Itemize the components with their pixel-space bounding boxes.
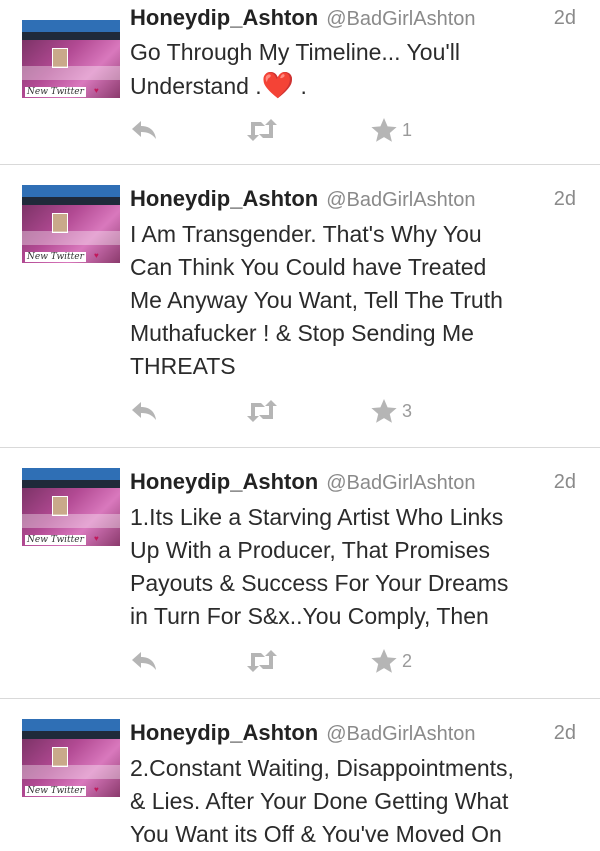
display-name[interactable]: Honeydip_Ashton <box>130 720 318 745</box>
tweet-text-line: Understand . <box>130 73 262 99</box>
star-icon <box>370 398 398 424</box>
username[interactable]: @BadGirlAshton <box>326 472 475 494</box>
tweet-header: Honeydip_Ashton @BadGirlAshton 2d <box>130 719 580 748</box>
tweet-text: 1.Its Like a Starving Artist Who Links U… <box>130 501 578 633</box>
retweet-icon[interactable] <box>245 395 279 427</box>
reply-icon[interactable] <box>130 395 158 427</box>
retweet-icon[interactable] <box>245 645 279 677</box>
tweet-text-line: . <box>300 73 307 99</box>
tweet-text-line: Muthafucker ! & Stop Sending Me <box>130 320 474 346</box>
avatar-caption: New Twitter <box>25 87 86 97</box>
heart-icon: ♥ <box>94 785 99 794</box>
tweet-text-line: Can Think You Could have Treated <box>130 254 487 280</box>
favorite-count: 1 <box>402 119 413 140</box>
heart-icon: ♥ <box>94 251 99 260</box>
tweet-header: Honeydip_Ashton @BadGirlAshton 2d <box>130 468 580 497</box>
display-name[interactable]: Honeydip_Ashton <box>130 469 318 494</box>
tweet[interactable]: New Twitter ♥ Honeydip_Ashton @BadGirlAsh… <box>0 699 600 847</box>
tweet-actions: 2 <box>130 645 600 677</box>
tweet-text-line: THREATS <box>130 353 236 379</box>
tweet-text-line: Up With a Producer, That Promises <box>130 537 491 563</box>
tweet-text: I Am Transgender. That's Why You Can Thi… <box>130 218 578 383</box>
heart-emoji-icon: ❤️ <box>261 70 295 100</box>
tweet-text-line: Payouts & Success For Your Dreams <box>130 570 509 596</box>
tweet[interactable]: New Twitter ♥ Honeydip_Ashton @BadGirlAsh… <box>0 448 600 699</box>
tweet-actions: 3 <box>130 395 600 427</box>
timestamp: 2d <box>553 7 576 29</box>
tweet-header: Honeydip_Ashton @BadGirlAshton 2d <box>130 4 580 33</box>
heart-icon: ♥ <box>94 86 99 95</box>
tweet-text-line: Go Through My Timeline... You'll <box>130 39 460 65</box>
avatar[interactable]: New Twitter ♥ <box>22 185 120 263</box>
favorite-button[interactable]: 1 <box>370 114 412 146</box>
tweet-text-line: I Am Transgender. That's Why You <box>130 221 482 247</box>
display-name[interactable]: Honeydip_Ashton <box>130 5 318 30</box>
tweet-actions: 1 <box>130 114 600 146</box>
avatar[interactable]: New Twitter ♥ <box>22 20 120 98</box>
tweet-text: 2.Constant Waiting, Disappointments, & L… <box>130 752 578 851</box>
heart-icon: ♥ <box>94 534 99 543</box>
avatar-caption: New Twitter <box>25 252 86 262</box>
tweet[interactable]: New Twitter ♥ Honeydip_Ashton @BadGirlAsh… <box>0 165 600 448</box>
timestamp: 2d <box>553 471 576 493</box>
retweet-icon[interactable] <box>245 114 279 146</box>
favorite-count: 2 <box>402 650 413 671</box>
tweet-text: Go Through My Timeline... You'll Underst… <box>130 36 578 103</box>
star-icon <box>370 117 398 143</box>
tweet-text-line: & Lies. After Your Done Getting What <box>130 788 509 814</box>
display-name[interactable]: Honeydip_Ashton <box>130 186 318 211</box>
username[interactable]: @BadGirlAshton <box>326 189 475 211</box>
reply-icon[interactable] <box>130 645 158 677</box>
tweet[interactable]: New Twitter ♥ Honeydip_Ashton @BadGirlAsh… <box>0 0 600 165</box>
tweet-header: Honeydip_Ashton @BadGirlAshton 2d <box>130 185 580 214</box>
avatar-caption: New Twitter <box>25 786 86 796</box>
favorite-button[interactable]: 2 <box>370 645 412 677</box>
username[interactable]: @BadGirlAshton <box>326 723 475 745</box>
tweet-text-line: You Want its Off & You've Moved On <box>130 821 502 847</box>
tweet-text-line: 1.Its Like a Starving Artist Who Links <box>130 504 504 530</box>
favorite-count: 3 <box>402 400 413 421</box>
tweet-text-line: in Turn For S&x..You Comply, Then <box>130 603 489 629</box>
avatar[interactable]: New Twitter ♥ <box>22 468 120 546</box>
avatar[interactable]: New Twitter ♥ <box>22 719 120 797</box>
username[interactable]: @BadGirlAshton <box>326 8 475 30</box>
tweet-text-line: 2.Constant Waiting, Disappointments, <box>130 755 514 781</box>
avatar-caption: New Twitter <box>25 535 86 545</box>
timestamp: 2d <box>553 722 576 744</box>
favorite-button[interactable]: 3 <box>370 395 412 427</box>
timestamp: 2d <box>553 188 576 210</box>
star-icon <box>370 648 398 674</box>
tweet-text-line: Me Anyway You Want, Tell The Truth <box>130 287 503 313</box>
reply-icon[interactable] <box>130 114 158 146</box>
